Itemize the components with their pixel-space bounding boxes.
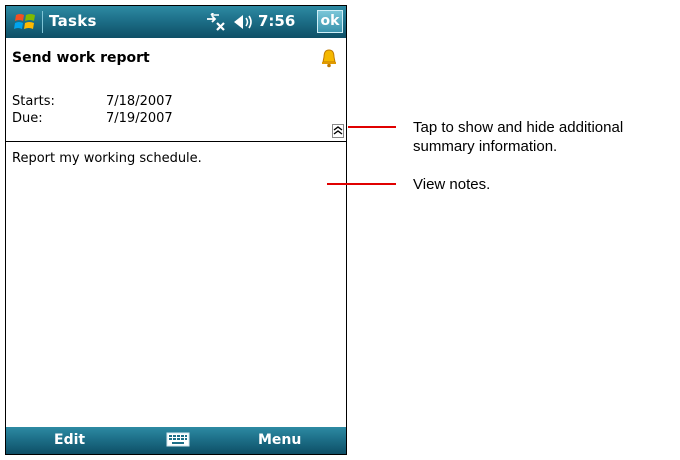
- title-separator: [42, 11, 43, 33]
- softkey-bar: Edit Menu: [6, 427, 346, 454]
- menu-softkey[interactable]: Menu: [258, 432, 301, 448]
- windows-start-icon[interactable]: [14, 11, 38, 33]
- edit-softkey[interactable]: Edit: [54, 432, 85, 448]
- title-bar: Tasks 7:56 ok: [6, 6, 346, 38]
- notes-callout-line: [327, 183, 396, 185]
- keyboard-icon[interactable]: [166, 431, 190, 449]
- summary-divider: [6, 141, 346, 142]
- due-value: 7/19/2007: [106, 111, 173, 126]
- summary-callout-line: [348, 126, 396, 128]
- clock[interactable]: 7:56: [258, 12, 295, 30]
- collapse-summary-icon[interactable]: [332, 123, 344, 138]
- device-screen: Tasks 7:56 ok Send work report Starts: 7…: [5, 5, 347, 455]
- starts-value: 7/18/2007: [106, 94, 173, 109]
- summary-callout-line2: summary information.: [413, 138, 558, 155]
- starts-label: Starts:: [12, 94, 55, 109]
- task-subject: Send work report: [12, 50, 150, 66]
- summary-callout-line1: Tap to show and hide additional: [413, 119, 624, 136]
- bell-reminder-icon: [320, 48, 338, 68]
- notes-callout: View notes.: [413, 176, 491, 193]
- volume-icon[interactable]: [233, 13, 255, 31]
- connectivity-icon[interactable]: [205, 11, 227, 33]
- summary-callout: Tap to show and hide additional summary …: [413, 118, 623, 156]
- app-title: Tasks: [49, 12, 97, 30]
- due-label: Due:: [12, 111, 43, 126]
- ok-button[interactable]: ok: [317, 10, 343, 33]
- task-notes[interactable]: Report my working schedule.: [12, 151, 202, 166]
